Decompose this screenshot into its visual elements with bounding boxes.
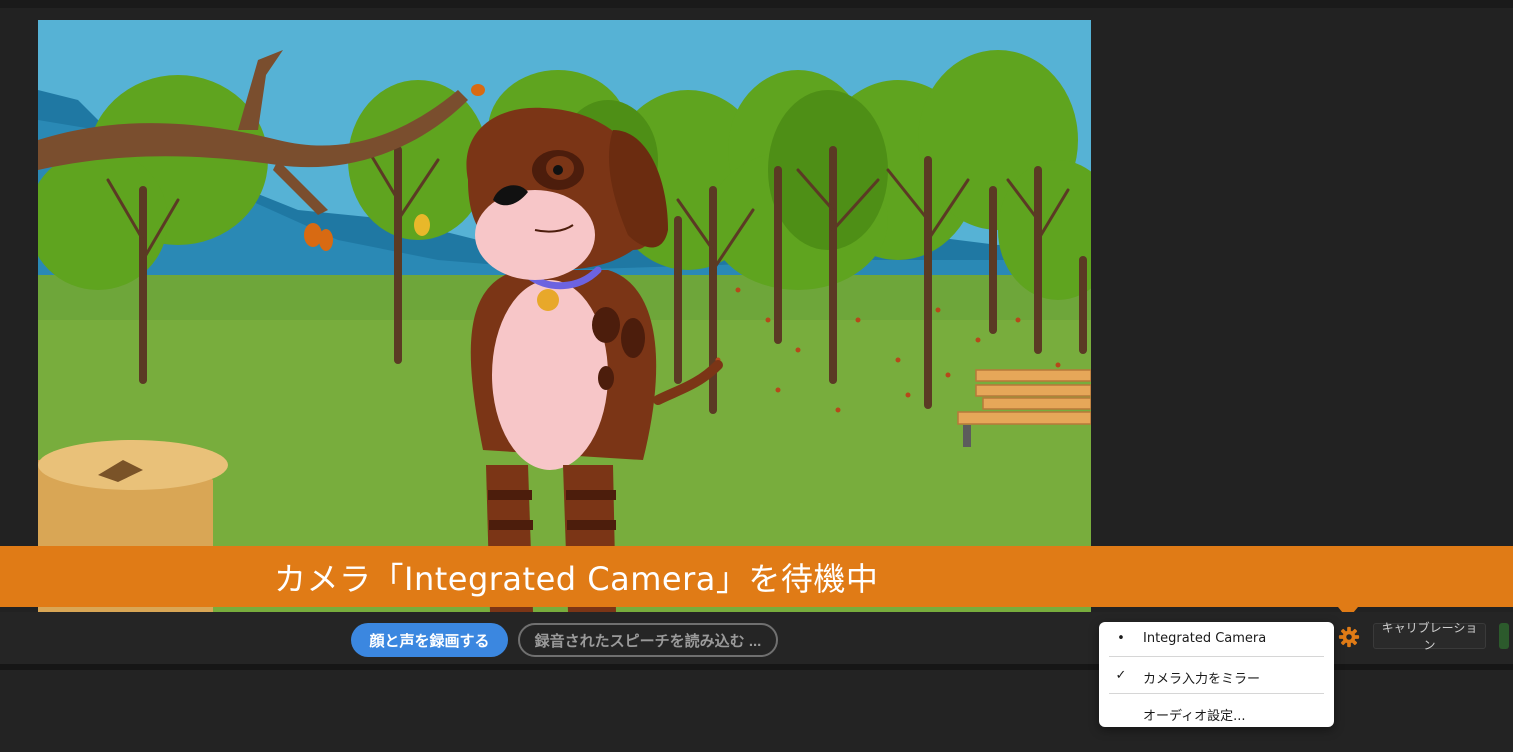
menu-item-mirror-camera[interactable]: ✓ カメラ入力をミラー (1099, 660, 1334, 692)
selected-bullet-icon: • (1117, 631, 1125, 646)
menu-divider (1109, 693, 1324, 694)
load-recorded-speech-button[interactable]: 録音されたスピーチを読み込む ... (518, 623, 778, 657)
record-face-voice-button[interactable]: 顔と声を録画する (351, 623, 508, 657)
menu-item-label: カメラ入力をミラー (1143, 672, 1261, 687)
banner-status-text: カメラ「Integrated Camera」を待機中 (274, 560, 879, 598)
top-strip (0, 0, 1513, 8)
camera-settings-menu: • Integrated Camera ✓ カメラ入力をミラー オーディオ設定.… (1099, 622, 1334, 727)
check-icon: ✓ (1115, 668, 1127, 683)
menu-item-audio-settings[interactable]: オーディオ設定... (1099, 697, 1334, 729)
menu-item-label: オーディオ設定... (1143, 709, 1246, 724)
menu-item-integrated-camera[interactable]: • Integrated Camera (1099, 623, 1334, 655)
scene-illustration (38, 20, 1091, 612)
gear-icon[interactable] (1336, 624, 1362, 650)
menu-item-label: Integrated Camera (1143, 631, 1267, 646)
status-indicator (1499, 623, 1509, 649)
status-banner: カメラ「Integrated Camera」を待機中 (0, 546, 1513, 607)
menu-divider (1109, 656, 1324, 657)
calibration-button[interactable]: キャリブレーション (1373, 621, 1486, 652)
puppet-scene (38, 20, 1091, 612)
